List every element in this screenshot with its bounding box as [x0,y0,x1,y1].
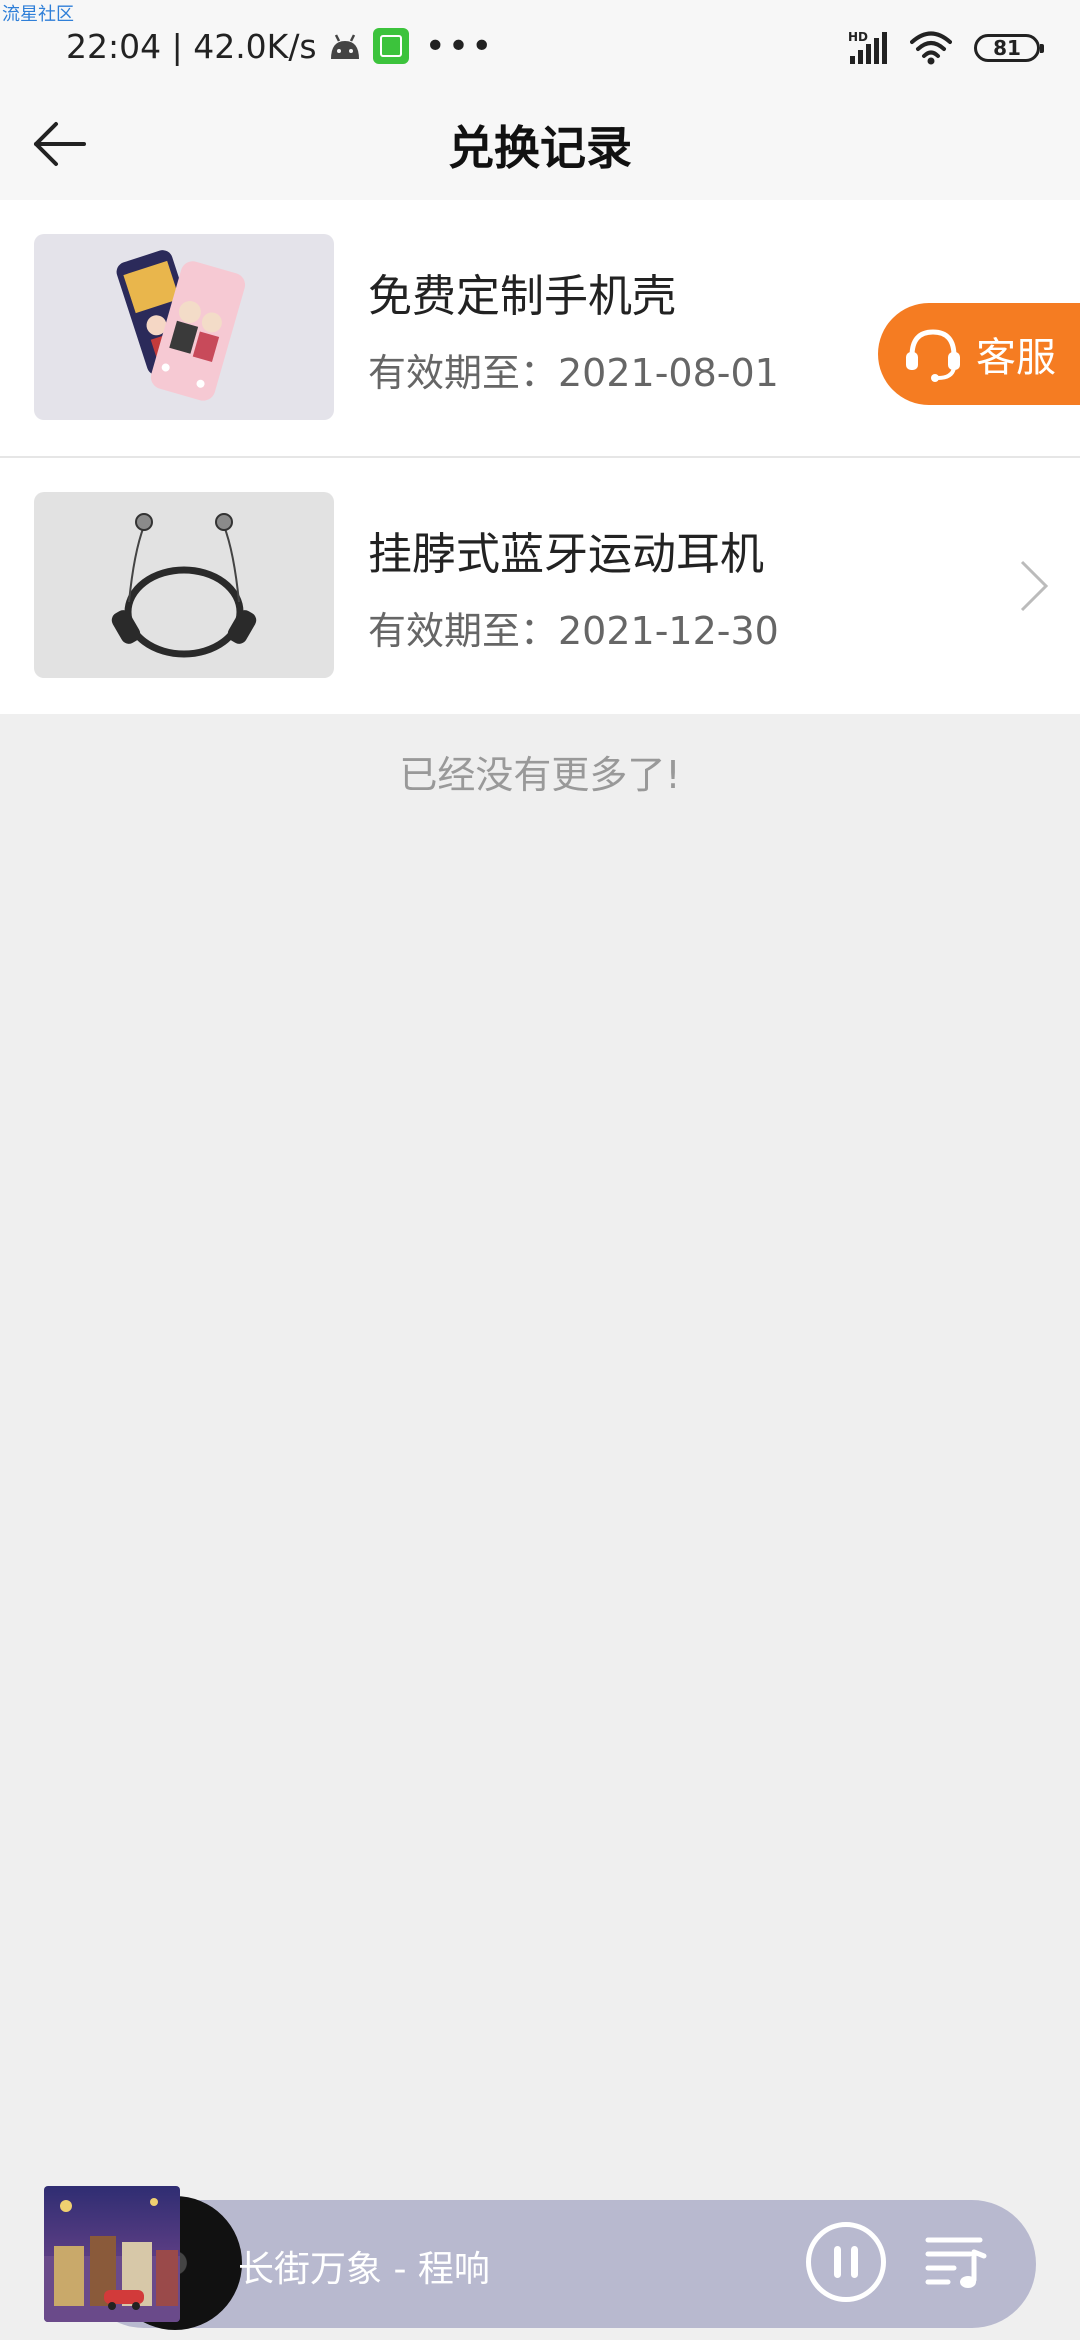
record-image-earphones [34,492,334,678]
record-name: 免费定制手机壳 [368,271,676,322]
status-bar: 22:04 | 42.0K/s ••• HD 81 [0,0,1080,88]
record-item[interactable]: 挂脖式蓝牙运动耳机 有效期至：2021-12-30 [0,456,1080,714]
customer-service-label: 客服 [976,335,1056,381]
album-cover[interactable] [40,2184,242,2330]
pause-bar [834,2246,841,2278]
pinduoduo-app-icon [372,28,409,64]
signal-hd-label: HD [848,30,868,44]
record-list: 免费定制手机壳 有效期至：2021-08-01 挂脖式蓝牙运动耳机 有效期至：2… [0,200,1080,714]
chevron-right-icon [1020,560,1049,612]
wifi-icon [910,31,952,65]
customer-service-button[interactable]: 客服 [878,303,1080,405]
record-expiry: 有效期至：2021-08-01 [368,351,779,395]
page-title: 兑换记录 [448,121,632,175]
record-expiry: 有效期至：2021-12-30 [368,609,779,653]
status-right: HD 81 [848,24,1044,72]
status-left: 22:04 | 42.0K/s ••• [66,18,494,74]
end-of-list-text: 已经没有更多了! [399,753,681,797]
record-image-phone-case [34,234,334,420]
headset-icon [906,329,960,382]
pause-bar [851,2246,858,2278]
watermark: 流星社区 [2,4,74,25]
pause-button[interactable] [806,2222,886,2302]
status-time: 22:04 | 42.0K/s [66,26,317,66]
album-art-image [44,2186,180,2322]
android-icon [330,34,359,59]
record-name: 挂脖式蓝牙运动耳机 [368,529,764,580]
more-notifications-icon: ••• [424,25,495,67]
signal-icon: HD [848,30,887,64]
header: 兑换记录 [0,88,1080,200]
song-title: 长街万象 - 程响 [238,2249,490,2290]
playlist-icon[interactable] [924,2228,988,2292]
battery-indicator: 81 [974,34,1044,62]
